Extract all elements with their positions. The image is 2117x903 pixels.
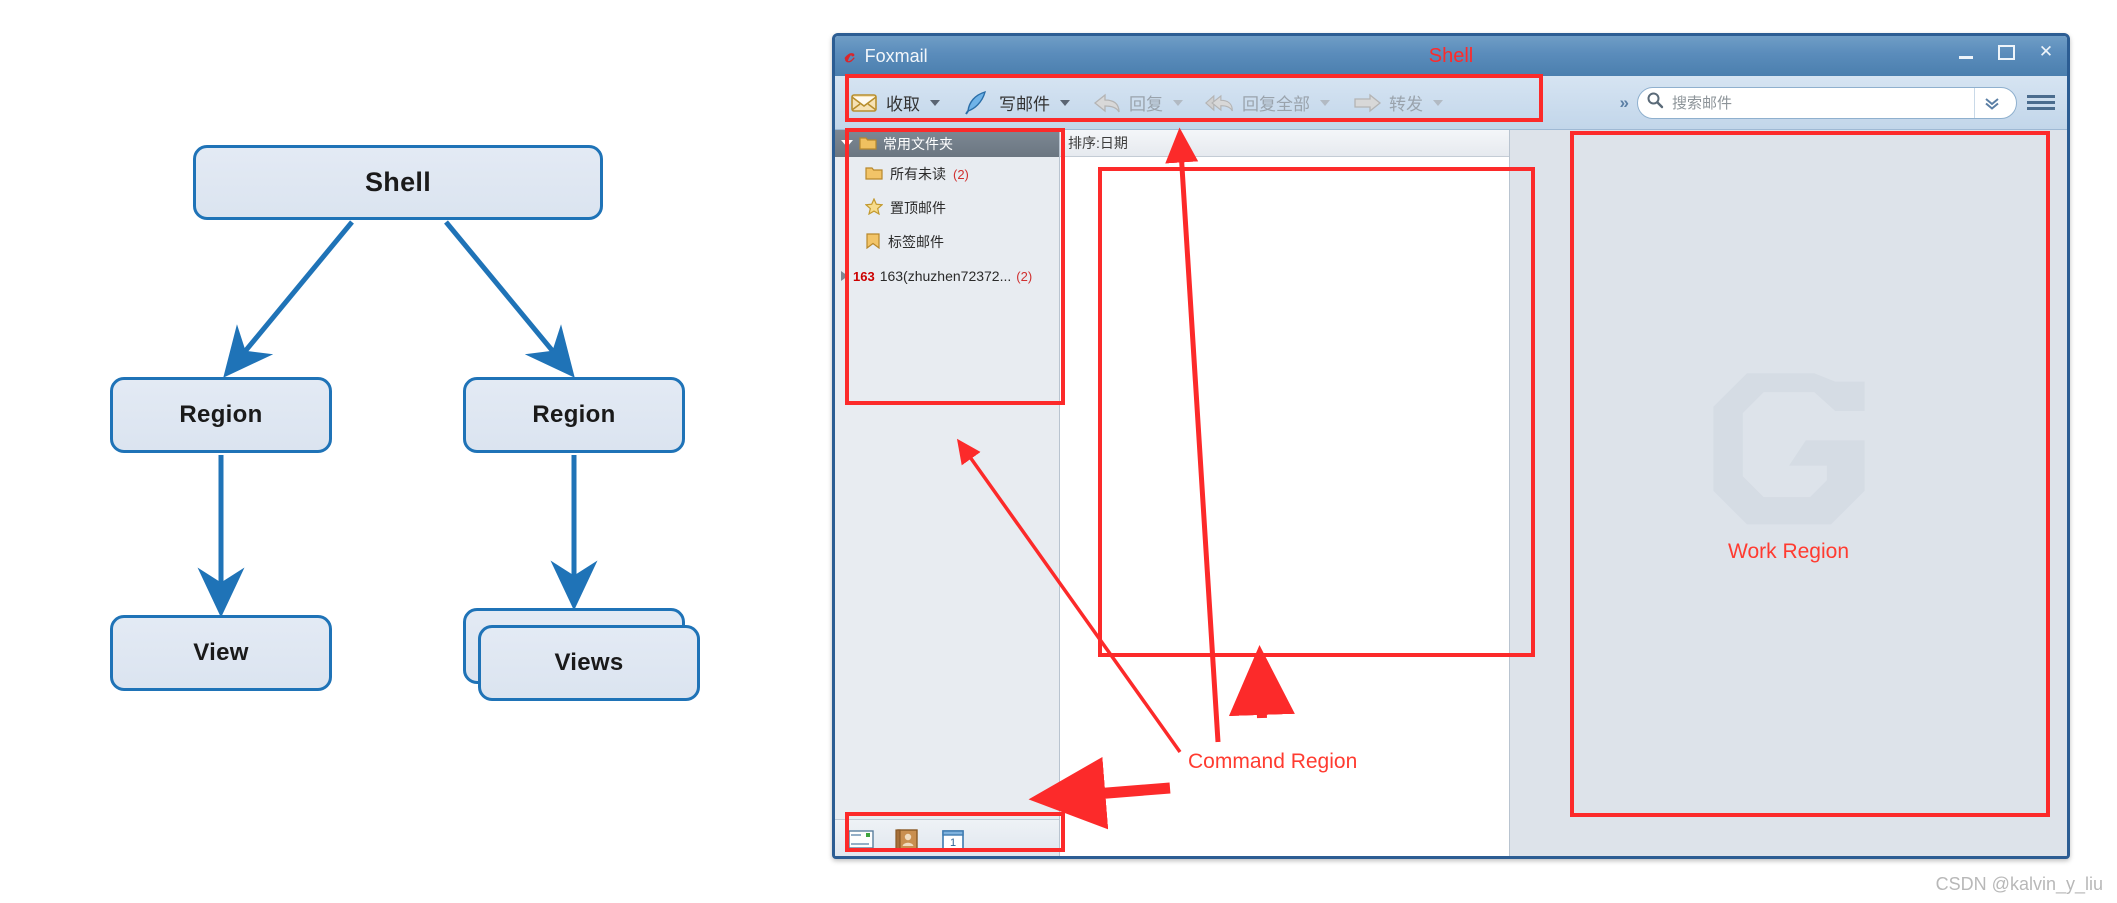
sidebar-item-tagged[interactable]: 标签邮件 [835,225,1059,259]
sidebar-item-all-unread-count: (2) [953,166,969,182]
toolbar-right-group: » 搜索邮件 [1620,86,2067,119]
search-input[interactable]: 搜索邮件 [1637,86,2017,119]
triangle-right-icon[interactable] [841,271,848,281]
diagram-node-views-label: Views [554,649,624,676]
close-icon[interactable]: ✕ [2033,40,2059,64]
diagram-node-region-right: Region [463,377,685,453]
search-placeholder: 搜索邮件 [1672,95,1733,112]
reply-arrow-icon [1092,90,1122,116]
triangle-down-icon[interactable] [841,140,853,147]
account-badge-163: 163 [853,268,875,284]
contacts-icon[interactable] [893,828,921,852]
diagram-node-shell-label: Shell [364,167,432,197]
sidebar-item-all-unread-label: 所有未读 [890,166,946,182]
edge-shell-to-region-left [223,220,354,378]
toolbar-button-compose-label: 写邮件 [999,95,1050,114]
sidebar-footer-toolbar: 1 [835,819,1059,856]
message-list-pane: 排序:日期 [1060,130,1510,856]
screenshot-root: Shell Region Region View Views 𝒸 Foxmail… [0,0,2117,903]
csdn-watermark: CSDN @kalvin_y_liu [1935,874,2103,894]
search-icon [1646,91,1664,114]
diagram-node-shell: Shell [193,145,603,220]
toolbar-button-compose[interactable]: 写邮件 [954,83,1078,123]
window-body: 常用文件夹 所有未读 (2) 置顶邮件 标签邮件 163 163(zhuzhen… [835,130,2067,856]
list-view-icon[interactable] [2027,90,2055,116]
window-title: Foxmail [864,45,928,66]
minimize-icon[interactable] [1953,40,1979,64]
overflow-chevrons-icon[interactable]: » [1620,93,1630,113]
message-list-sort-label: 排序:日期 [1068,135,1128,151]
toolbar-button-reply-all-label: 回复全部 [1242,95,1310,114]
chevron-down-icon[interactable] [1320,99,1330,106]
compose-quill-icon [962,90,992,116]
foxmail-g-logo-icon: 𝒸 [845,42,855,68]
mail-icon[interactable] [847,828,875,852]
star-icon [864,197,884,218]
maximize-icon[interactable] [1993,40,2019,64]
shell-annotation-label: Shell [1428,44,1474,67]
chevron-down-icon[interactable] [930,99,940,106]
diagram-node-region-left: Region [110,377,332,453]
sidebar-item-tagged-label: 标签邮件 [888,234,944,250]
reply-all-arrow-icon [1205,90,1235,116]
toolbar-button-reply-all[interactable]: 回复全部 [1197,83,1338,123]
toolbar-button-forward[interactable]: 转发 [1344,83,1451,123]
sidebar-splitter-handle[interactable] [835,805,1059,819]
diagram-node-views: Views [478,625,700,701]
chevron-down-icon[interactable] [1060,99,1070,106]
diagram-node-view-label: View [193,639,249,666]
chevron-double-down-icon[interactable] [1974,87,2008,118]
foxmail-g-watermark-icon [1684,348,1894,563]
folder-sidebar: 常用文件夹 所有未读 (2) 置顶邮件 标签邮件 163 163(zhuzhen… [835,130,1060,856]
bookmark-icon [865,232,881,252]
message-list-body[interactable] [1060,157,1509,856]
diagram-node-region-left-label: Region [179,401,263,428]
toolbar-button-receive[interactable]: 收取 [841,83,948,123]
sidebar-item-account-163-label: 163(zhuzhen72372... [879,268,1012,284]
sidebar-item-account-163[interactable]: 163 163(zhuzhen72372... (2) [835,259,1059,293]
folder-icon [859,135,877,153]
sidebar-empty-space [835,293,1059,805]
toolbar-button-receive-label: 收取 [886,95,920,114]
diagram-node-view: View [110,615,332,691]
inbox-icon [849,90,879,116]
sidebar-item-account-163-count: (2) [1016,268,1033,284]
sidebar-group-favorites[interactable]: 常用文件夹 [835,130,1059,157]
calendar-icon[interactable]: 1 [939,828,967,852]
sidebar-item-pinned[interactable]: 置顶邮件 [835,191,1059,225]
diagram-node-region-right-label: Region [532,401,616,428]
architecture-diagram: Shell Region Region View Views [0,0,800,903]
forward-arrow-icon [1352,90,1382,116]
edge-shell-to-region-right [444,220,575,378]
window-controls: ✕ [1953,40,2059,64]
toolbar-button-forward-label: 转发 [1389,95,1423,114]
svg-text:1: 1 [950,837,956,849]
foxmail-window: 𝒸 Foxmail Shell ✕ 收取 写邮件 回复 回复全部 转发 » 搜索… [832,33,2070,859]
main-toolbar: 收取 写邮件 回复 回复全部 转发 » 搜索邮件 [835,76,2067,130]
work-region-annotation-label: Work Region [1728,540,1849,563]
sidebar-item-pinned-label: 置顶邮件 [890,200,946,216]
folder-icon [865,165,883,183]
toolbar-button-reply[interactable]: 回复 [1084,83,1191,123]
toolbar-button-reply-label: 回复 [1129,95,1163,114]
window-titlebar[interactable]: 𝒸 Foxmail Shell ✕ [835,36,2067,76]
chevron-down-icon[interactable] [1433,99,1443,106]
work-region-pane: Work Region [1510,130,2067,856]
chevron-down-icon[interactable] [1173,99,1183,106]
sidebar-item-all-unread[interactable]: 所有未读 (2) [835,157,1059,191]
message-list-sort-header[interactable]: 排序:日期 [1060,130,1509,157]
sidebar-group-favorites-label: 常用文件夹 [883,135,953,152]
